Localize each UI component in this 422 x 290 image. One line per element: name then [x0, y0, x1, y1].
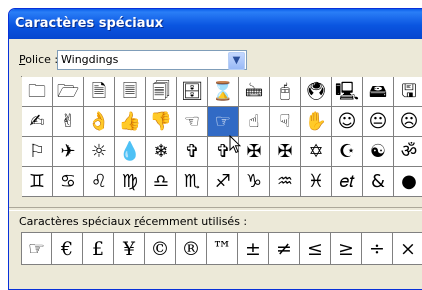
- window-title: Caractères spéciaux: [9, 9, 422, 39]
- font-label-text: olice :: [25, 53, 59, 66]
- symbol-cell[interactable]: ♒: [270, 167, 301, 197]
- recent-label: Caractères spéciaux récemment utilisés :: [19, 215, 247, 228]
- symbol-cell[interactable]: 🖫: [394, 77, 422, 107]
- font-select[interactable]: Wingdings ▼: [57, 50, 247, 70]
- symbol-cell[interactable]: ♍: [115, 167, 146, 197]
- symbol-cell[interactable]: 🖴: [363, 77, 394, 107]
- symbol-cell[interactable]: 🗁: [53, 77, 84, 107]
- symbol-cell[interactable]: 🗏: [115, 77, 146, 107]
- symbol-cell[interactable]: ✠: [239, 137, 270, 167]
- recent-symbol-cell[interactable]: ≥: [331, 232, 362, 265]
- symbol-cell[interactable]: 🗀: [22, 77, 53, 107]
- symbol-cell[interactable]: ♑: [239, 167, 270, 197]
- symbol-cell[interactable]: ✋: [301, 107, 332, 137]
- recent-symbol-cell[interactable]: €: [52, 232, 83, 265]
- symbol-cell[interactable]: 💧: [115, 137, 146, 167]
- symbol-cell[interactable]: 🗎: [84, 77, 115, 107]
- symbol-cell[interactable]: ⌛: [208, 77, 239, 107]
- symbol-cell[interactable]: ❄: [146, 137, 177, 167]
- recent-symbol-cell[interactable]: ¥: [114, 232, 145, 265]
- symbol-cell[interactable]: 🖳: [332, 77, 363, 107]
- recent-label-start: Caractères spéciaux: [19, 215, 135, 228]
- symbol-cell[interactable]: ☹: [394, 107, 422, 137]
- symbol-cell[interactable]: ♎: [146, 167, 177, 197]
- symbol-cell[interactable]: ♏: [177, 167, 208, 197]
- symbol-cell[interactable]: 👎: [146, 107, 177, 137]
- symbol-cell[interactable]: ☺: [332, 107, 363, 137]
- symbol-cell[interactable]: ✈: [53, 137, 84, 167]
- symbol-cell[interactable]: ♋: [53, 167, 84, 197]
- symbol-cell[interactable]: ॐ: [394, 137, 422, 167]
- symbol-cell[interactable]: ♐: [208, 167, 239, 197]
- special-characters-dialog: Caractères spéciaux Police : Wingdings ▼…: [8, 8, 422, 290]
- symbol-cell[interactable]: ☟: [270, 107, 301, 137]
- symbol-cell[interactable]: ♊: [22, 167, 53, 197]
- recent-symbol-cell[interactable]: ≠: [269, 232, 300, 265]
- recent-symbol-cell[interactable]: ™: [207, 232, 238, 265]
- symbol-cell[interactable]: 🖲: [301, 77, 332, 107]
- recent-symbol-cell[interactable]: ☞: [21, 232, 52, 265]
- symbol-cell[interactable]: 🖮: [239, 77, 270, 107]
- symbol-cell[interactable]: ☞: [208, 107, 239, 137]
- symbol-cell[interactable]: ✡: [301, 137, 332, 167]
- divider: [9, 207, 422, 211]
- symbol-grid: 🗀🗁🗎🗏🗐🗄⌛🖮🖰🖲🖳🖴🖫🖬✍✌👌👍👎☜☞☝☟✋☺😐☹💣⚐✈☼💧❄✞✞✠✠✡☪☯…: [21, 76, 422, 197]
- recent-label-end: écemment utilisés :: [138, 215, 248, 228]
- recent-symbol-cell[interactable]: ©: [145, 232, 176, 265]
- symbol-cell[interactable]: 🖰: [270, 77, 301, 107]
- recent-symbol-cell[interactable]: £: [83, 232, 114, 265]
- symbol-cell[interactable]: 👍: [115, 107, 146, 137]
- symbol-cell[interactable]: ☼: [84, 137, 115, 167]
- symbol-cell[interactable]: ☪: [332, 137, 363, 167]
- symbol-cell[interactable]: ✞: [177, 137, 208, 167]
- symbol-cell[interactable]: ✠: [270, 137, 301, 167]
- symbol-cell[interactable]: ⚐: [22, 137, 53, 167]
- symbol-cell[interactable]: ✌: [53, 107, 84, 137]
- symbol-cell[interactable]: ♓: [301, 167, 332, 197]
- symbol-cell[interactable]: ●: [394, 167, 422, 197]
- font-select-value: Wingdings: [61, 53, 119, 66]
- symbol-cell[interactable]: 🗄: [177, 77, 208, 107]
- recent-symbol-cell[interactable]: ≤: [300, 232, 331, 265]
- symbol-cell[interactable]: ♌: [84, 167, 115, 197]
- symbol-cell[interactable]: 👌: [84, 107, 115, 137]
- symbol-cell[interactable]: 😐: [363, 107, 394, 137]
- symbol-cell[interactable]: 🗐: [146, 77, 177, 107]
- recent-symbol-cell[interactable]: ×: [393, 232, 422, 265]
- recent-symbol-cell[interactable]: ±: [238, 232, 269, 265]
- chevron-down-icon[interactable]: ▼: [228, 52, 245, 70]
- symbol-cell[interactable]: ☯: [363, 137, 394, 167]
- symbol-cell[interactable]: ✍: [22, 107, 53, 137]
- symbol-cell[interactable]: ☝: [239, 107, 270, 137]
- symbol-cell[interactable]: 𝑒𝑡: [332, 167, 363, 197]
- mouse-pointer-icon: [229, 135, 241, 154]
- recent-symbol-cell[interactable]: ÷: [362, 232, 393, 265]
- symbol-cell[interactable]: ☜: [177, 107, 208, 137]
- symbol-cell[interactable]: &: [363, 167, 394, 197]
- recent-symbol-cell[interactable]: ®: [176, 232, 207, 265]
